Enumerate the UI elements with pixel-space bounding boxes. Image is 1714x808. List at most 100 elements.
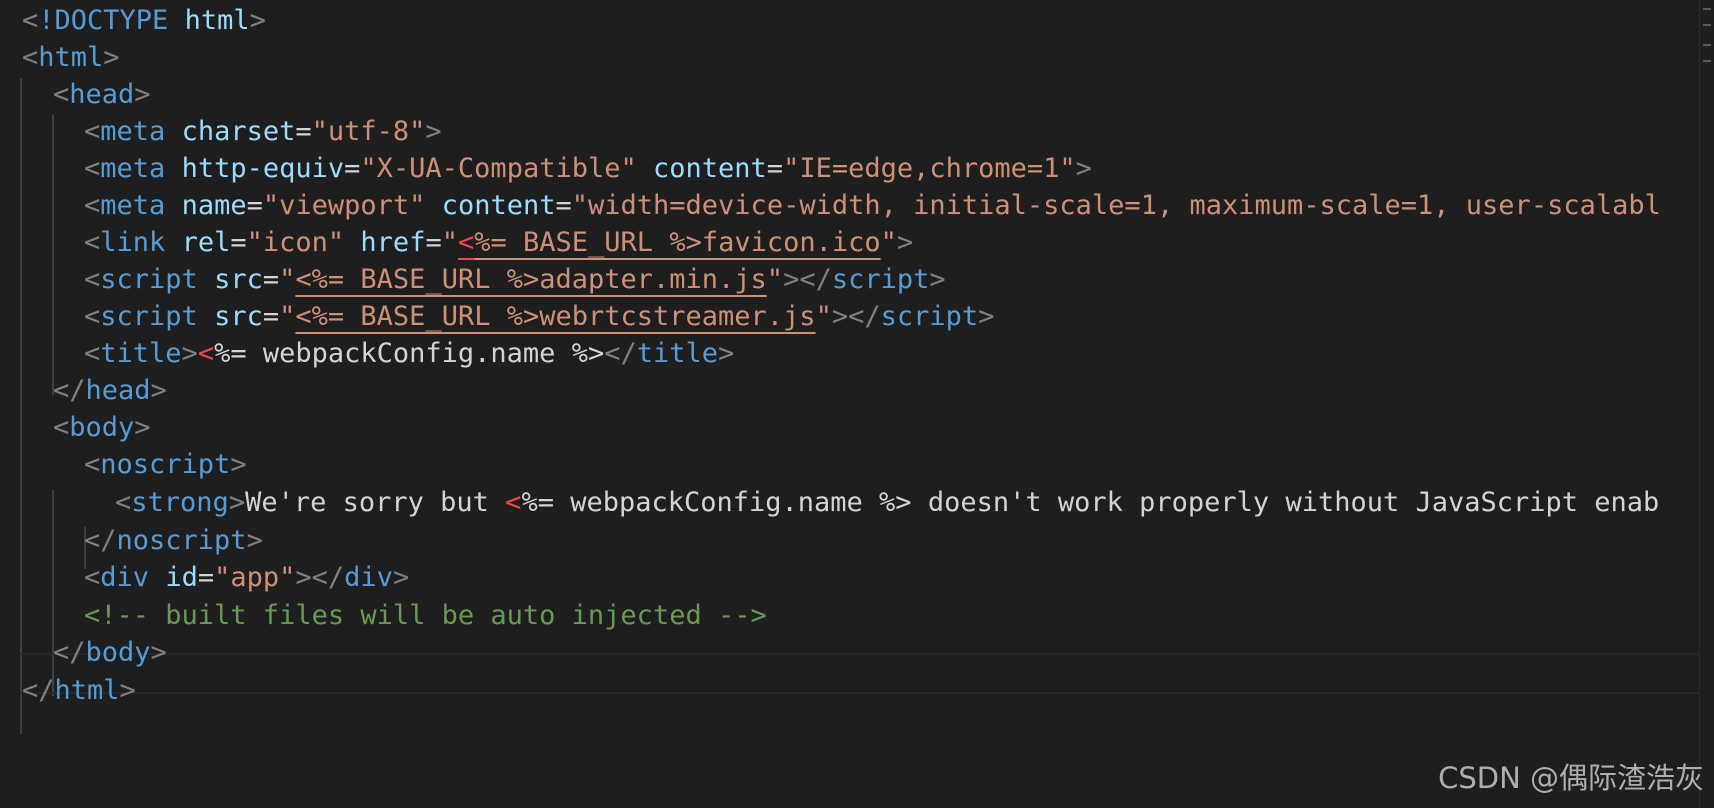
code-line-6[interactable]: <meta name="viewport" content="width=dev… xyxy=(84,185,1661,226)
punct: > xyxy=(181,338,198,369)
punct: </ xyxy=(84,525,117,556)
code-line-2[interactable]: <html> xyxy=(22,37,120,78)
text-content: %= webpackConfig.name %> xyxy=(214,338,605,369)
doctype-name: html xyxy=(184,5,250,36)
error-marker: < xyxy=(457,227,475,258)
close-tag-name: script xyxy=(831,264,930,295)
vertical-scrollbar[interactable] xyxy=(1699,0,1714,808)
punct: < xyxy=(53,412,70,443)
code-line-16[interactable]: <div id="app"></div> xyxy=(84,557,409,598)
tag-name: html xyxy=(38,42,104,73)
comment: <!-- built files will be auto injected -… xyxy=(84,600,767,631)
punct: > xyxy=(134,412,151,443)
punct: </ xyxy=(53,375,86,406)
code-line-17[interactable]: <!-- built files will be auto injected -… xyxy=(84,595,767,636)
code-line-4[interactable]: <meta charset="utf-8"> xyxy=(84,111,442,152)
quote: " xyxy=(880,227,897,258)
tag-name: script xyxy=(100,264,198,295)
code-line-10[interactable]: <title><%= webpackConfig.name %></title> xyxy=(84,333,734,374)
code-line-3[interactable]: <head> xyxy=(53,74,151,115)
code-line-18[interactable]: </body> xyxy=(53,632,167,673)
punct: > xyxy=(929,264,946,295)
text-content: %= webpackConfig.name %> doesn't work pr… xyxy=(521,487,1660,518)
close-tag-name: script xyxy=(880,301,979,332)
punct: < xyxy=(84,116,101,147)
punct: < xyxy=(115,487,132,518)
attr-value: "viewport" xyxy=(262,190,426,221)
punct: </ xyxy=(604,338,637,369)
code-line-8[interactable]: <script src="<%= BASE_URL %>adapter.min.… xyxy=(84,259,946,300)
tag-name: body xyxy=(69,412,135,443)
error-marker: < xyxy=(505,487,522,518)
code-line-12[interactable]: <body> xyxy=(53,407,151,448)
punct: </ xyxy=(22,675,55,706)
quote: " xyxy=(441,227,458,258)
punct: > xyxy=(103,42,120,73)
tag-name: title xyxy=(100,338,182,369)
punct: < xyxy=(84,264,101,295)
code-line-7[interactable]: <link rel="icon" href="<%= BASE_URL %>fa… xyxy=(84,222,913,263)
close-tag-name: noscript xyxy=(116,525,247,556)
code-editor[interactable]: <!DOCTYPE html> <html> <head> <meta char… xyxy=(0,0,1714,808)
code-line-15[interactable]: </noscript> xyxy=(84,520,263,561)
punct: < xyxy=(84,562,101,593)
close-tag-name: head xyxy=(85,375,151,406)
tag-name: head xyxy=(69,79,135,110)
attr-value: "app" xyxy=(214,562,296,593)
close-tag-name: html xyxy=(54,675,120,706)
punct: < xyxy=(53,79,70,110)
attr-name: src xyxy=(214,301,263,332)
text-content: We're sorry but xyxy=(245,487,506,518)
close-tag-name: div xyxy=(344,562,393,593)
punct: ></ xyxy=(295,562,345,593)
tag-name: link xyxy=(100,227,166,258)
attr-value: "width=device-width, initial-scale=1, ma… xyxy=(571,190,1661,221)
code-line-5[interactable]: <meta http-equiv="X-UA-Compatible" conte… xyxy=(84,148,1092,189)
code-line-14[interactable]: <strong>We're sorry but <%= webpackConfi… xyxy=(115,482,1659,523)
punct: < xyxy=(84,338,101,369)
attr-name: content xyxy=(441,190,556,221)
code-line-19[interactable]: </html> xyxy=(22,670,136,711)
code-line-13[interactable]: <noscript> xyxy=(84,444,247,485)
attr-value: <%= BASE_URL %>webrtcstreamer.js xyxy=(295,301,816,332)
ruler-mark xyxy=(1703,60,1711,62)
punct: < xyxy=(84,190,101,221)
attr-value: <%= BASE_URL %>adapter.min.js xyxy=(295,264,767,295)
attr-value: "IE=edge,chrome=1" xyxy=(783,153,1076,184)
code-line-9[interactable]: <script src="<%= BASE_URL %>webrtcstream… xyxy=(84,296,994,337)
attr-name: name xyxy=(181,190,247,221)
punct: > xyxy=(425,116,442,147)
attr-value: "utf-8" xyxy=(311,116,426,147)
punct: < xyxy=(22,5,39,36)
attr-name: id xyxy=(165,562,198,593)
attr-value: "icon" xyxy=(246,227,345,258)
punct: > xyxy=(718,338,735,369)
code-line-11[interactable]: </head> xyxy=(53,370,167,411)
punct: > xyxy=(978,301,995,332)
code-line-1[interactable]: <!DOCTYPE html> xyxy=(22,0,266,41)
close-tag-name: title xyxy=(636,338,719,369)
punct: > xyxy=(896,227,914,258)
attr-name: http-equiv xyxy=(181,153,345,184)
attr-name: charset xyxy=(181,116,296,147)
tag-name: meta xyxy=(100,116,166,147)
punct: < xyxy=(84,227,101,258)
tag-name: strong xyxy=(131,487,229,518)
close-tag-name: body xyxy=(85,637,151,668)
punct: ></ xyxy=(783,264,832,295)
punct: > xyxy=(249,5,266,36)
attr-name: rel xyxy=(181,227,231,258)
punct: < xyxy=(84,153,101,184)
quote: " xyxy=(279,264,296,295)
ruler-mark xyxy=(1703,44,1711,46)
punct: > xyxy=(134,79,151,110)
indent-guide xyxy=(52,115,54,395)
quote: " xyxy=(815,301,832,332)
indent-guide xyxy=(20,78,22,734)
punct: > xyxy=(230,449,247,480)
attr-value: %= BASE_URL %>favicon.ico xyxy=(474,227,881,258)
quote: " xyxy=(279,301,296,332)
attr-name: href xyxy=(360,227,426,258)
attr-name: src xyxy=(214,264,263,295)
punct: < xyxy=(22,42,39,73)
